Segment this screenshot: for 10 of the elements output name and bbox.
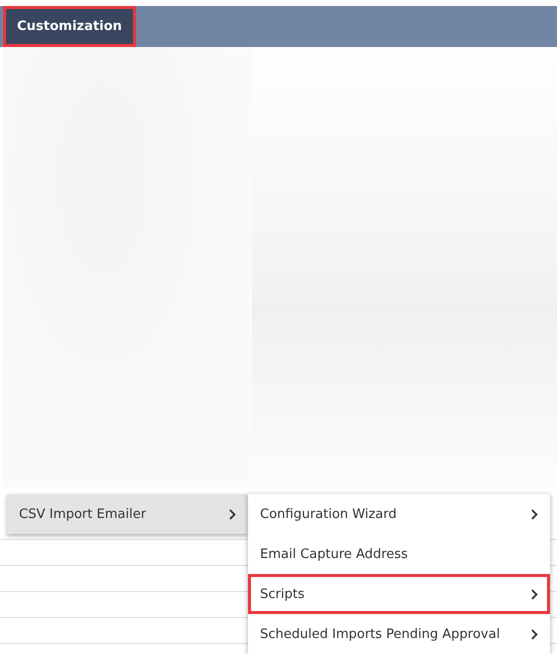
chevron-right-icon [531, 628, 538, 640]
menu-item[interactable]: Scripts [248, 574, 550, 614]
menu-tab[interactable]: Customization [3, 6, 136, 47]
chevron-right-icon [531, 508, 538, 520]
chevron-right-icon [531, 588, 538, 600]
menu-item[interactable]: CSV Import Emailer [7, 494, 248, 534]
menu-item[interactable]: Configuration Wizard [248, 494, 550, 534]
menu-item[interactable]: Scheduled Imports Pending Approval [248, 614, 550, 654]
chevron-right-icon [229, 508, 236, 520]
menu-item[interactable]: Email Capture Address [248, 534, 550, 574]
